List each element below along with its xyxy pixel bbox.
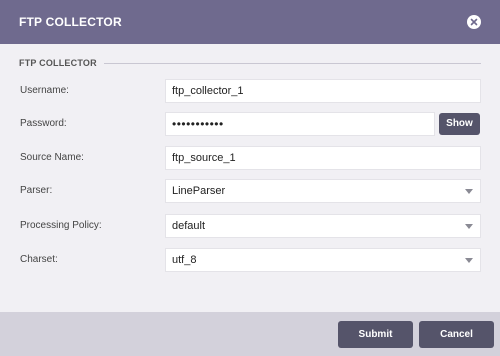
charset-select[interactable]: utf_8	[165, 248, 481, 272]
processing-policy-select[interactable]: default	[165, 214, 481, 238]
processing-policy-value: default	[172, 220, 206, 232]
dialog-title: FTP COLLECTOR	[19, 15, 122, 29]
parser-label: Parser:	[20, 185, 53, 196]
dialog-footer: Submit Cancel	[0, 312, 500, 356]
charset-label: Charset:	[20, 254, 58, 265]
close-icon[interactable]	[467, 15, 481, 29]
section-divider	[104, 63, 481, 64]
source-name-label: Source Name:	[20, 152, 84, 163]
username-row: Username: ftp_collector_1	[0, 79, 500, 103]
dialog-header: FTP COLLECTOR	[0, 0, 500, 44]
parser-select[interactable]: LineParser	[165, 179, 481, 203]
section-title: FTP COLLECTOR	[19, 58, 97, 68]
cancel-button[interactable]: Cancel	[419, 321, 494, 348]
chevron-down-icon	[465, 189, 473, 194]
parser-value: LineParser	[172, 185, 226, 197]
source-name-field[interactable]: ftp_source_1	[165, 146, 481, 170]
source-name-row: Source Name: ftp_source_1	[0, 146, 500, 170]
chevron-down-icon	[465, 224, 473, 229]
submit-button[interactable]: Submit	[338, 321, 413, 348]
charset-value: utf_8	[172, 254, 197, 266]
show-password-button[interactable]: Show	[439, 113, 480, 135]
charset-row: Charset: utf_8	[0, 248, 500, 272]
dialog-body: FTP COLLECTOR Username: ftp_collector_1 …	[0, 44, 500, 312]
parser-row: Parser: LineParser	[0, 179, 500, 203]
password-label: Password:	[20, 118, 67, 129]
processing-policy-label: Processing Policy:	[20, 220, 102, 231]
password-field[interactable]: •••••••••••	[165, 112, 435, 136]
password-row: Password: ••••••••••• Show	[0, 112, 500, 136]
processing-policy-row: Processing Policy: default	[0, 214, 500, 238]
username-field[interactable]: ftp_collector_1	[165, 79, 481, 103]
username-label: Username:	[20, 85, 69, 96]
chevron-down-icon	[465, 258, 473, 263]
